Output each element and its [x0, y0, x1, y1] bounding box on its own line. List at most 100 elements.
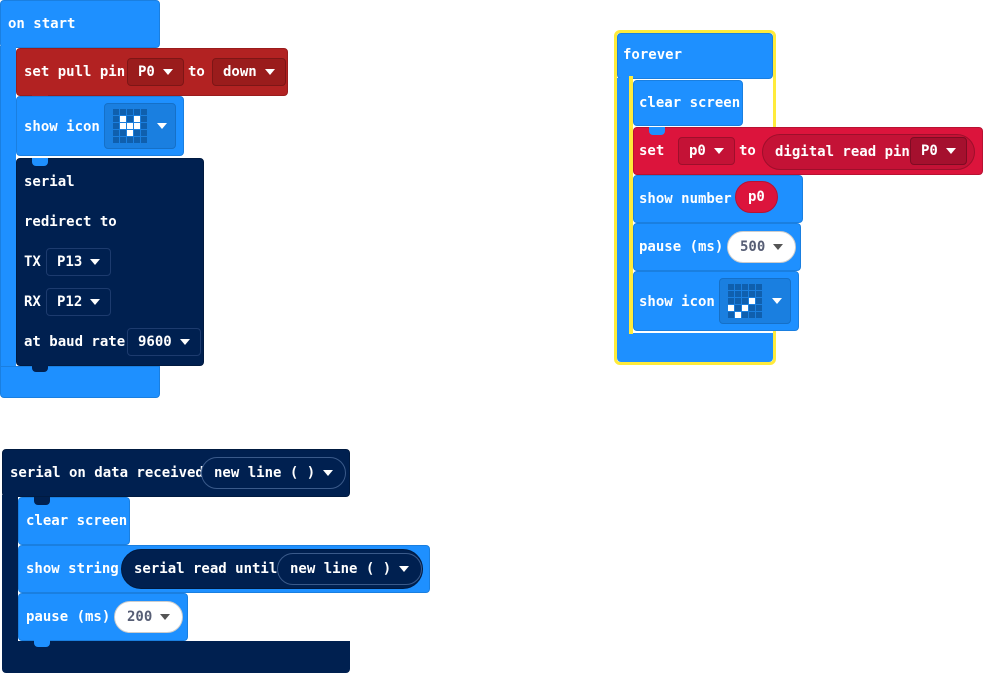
chevron-down-icon — [399, 566, 410, 572]
led-cell — [749, 305, 755, 311]
led-cell — [735, 291, 741, 297]
led-cell — [113, 116, 119, 122]
led-cell — [742, 305, 748, 311]
led-cell — [127, 137, 133, 143]
tx-pin-dropdown[interactable]: P13 — [46, 248, 112, 276]
led-cell — [113, 109, 119, 115]
led-cell — [120, 137, 126, 143]
chevron-down-icon — [179, 339, 190, 345]
pause-duration-value: 500 — [740, 239, 766, 255]
baud-rate-dropdown[interactable]: 9600 — [127, 328, 201, 356]
variable-dropdown[interactable]: p0 — [678, 137, 735, 165]
chevron-down-icon — [162, 69, 173, 75]
tx-pin-value: P13 — [57, 254, 83, 270]
delimiter-dropdown[interactable]: new line ( ) — [201, 457, 347, 489]
handler-pause-dropdown[interactable]: 200 — [114, 601, 184, 633]
read-until-delimiter-value: new line ( ) — [290, 561, 392, 577]
led-cell — [120, 123, 126, 129]
forever-pause-label: pause (ms) — [639, 239, 724, 255]
small-checkmark-icon — [728, 284, 762, 318]
forever-c-bottom — [617, 333, 773, 362]
led-cell — [141, 130, 147, 136]
pull-to-label: to — [188, 64, 205, 80]
chevron-down-icon — [160, 614, 171, 620]
led-cell — [113, 137, 119, 143]
rx-pin-dropdown[interactable]: P12 — [46, 288, 112, 316]
led-cell — [735, 305, 741, 311]
led-cell — [749, 312, 755, 318]
variable-reporter-label: p0 — [748, 189, 765, 205]
led-cell — [756, 284, 762, 290]
read-pin-value: P0 — [921, 143, 938, 159]
on-start-c-arm — [0, 46, 16, 368]
forever-clear-screen-label: clear screen — [639, 95, 741, 111]
led-cell — [127, 130, 133, 136]
read-until-delimiter-dropdown[interactable]: new line ( ) — [277, 553, 423, 585]
pull-mode-dropdown[interactable]: down — [212, 58, 286, 86]
led-cell — [735, 284, 741, 290]
serial-read-until-label: serial read until — [134, 561, 278, 577]
read-pin-dropdown[interactable]: P0 — [910, 137, 967, 165]
led-cell — [127, 123, 133, 129]
led-cell — [120, 130, 126, 136]
led-cell — [141, 137, 147, 143]
baud-rate-value: 9600 — [138, 334, 172, 350]
led-cell — [134, 130, 140, 136]
led-cell — [756, 291, 762, 297]
set-pull-pin-label: set pull pin — [24, 64, 126, 80]
baud-label: at baud rate — [24, 334, 126, 350]
chevron-down-icon — [90, 259, 101, 265]
led-cell — [113, 130, 119, 136]
led-cell — [756, 298, 762, 304]
chevron-down-icon — [264, 69, 275, 75]
led-cell — [134, 137, 140, 143]
led-cell — [120, 109, 126, 115]
serial-handler-c-bottom — [2, 641, 350, 673]
forever-label: forever — [623, 47, 683, 63]
show-icon-label: show icon — [24, 119, 100, 135]
pull-mode-value: down — [223, 64, 257, 80]
led-cell — [756, 305, 762, 311]
set-to-label: to — [739, 143, 756, 159]
rx-label: RX — [24, 294, 41, 310]
led-cell — [728, 291, 734, 297]
led-cell — [134, 116, 140, 122]
chevron-down-icon — [323, 470, 334, 476]
heart-icon — [113, 109, 147, 143]
led-cell — [728, 305, 734, 311]
digital-read-pin-label: digital read pin — [775, 144, 910, 160]
led-cell — [749, 298, 755, 304]
led-cell — [742, 291, 748, 297]
icon-picker-dropdown[interactable] — [719, 278, 791, 324]
handler-pause-value: 200 — [127, 609, 153, 625]
chevron-down-icon — [90, 299, 101, 305]
led-cell — [735, 298, 741, 304]
on-start-c-bottom — [0, 366, 160, 398]
delimiter-value: new line ( ) — [214, 465, 316, 481]
chevron-down-icon — [945, 148, 956, 154]
rx-pin-value: P12 — [57, 294, 83, 310]
handler-pause-label: pause (ms) — [26, 609, 111, 625]
led-cell — [742, 298, 748, 304]
chevron-down-icon — [713, 148, 724, 154]
led-cell — [728, 312, 734, 318]
show-number-label: show number — [639, 191, 732, 207]
variable-reporter-p0[interactable]: p0 — [735, 181, 778, 213]
show-string-label: show string — [26, 561, 119, 577]
led-cell — [134, 123, 140, 129]
on-start-label: on start — [8, 16, 76, 32]
led-cell — [120, 116, 126, 122]
pull-pin-value: P0 — [138, 64, 155, 80]
pause-duration-dropdown[interactable]: 500 — [727, 231, 797, 263]
forever-show-icon-label: show icon — [639, 294, 715, 310]
led-cell — [735, 312, 741, 318]
serial-line1: serial — [24, 174, 75, 190]
led-cell — [127, 109, 133, 115]
chevron-down-icon — [157, 123, 167, 129]
led-cell — [742, 284, 748, 290]
led-cell — [749, 284, 755, 290]
icon-picker-dropdown[interactable] — [104, 103, 176, 149]
pull-pin-dropdown[interactable]: P0 — [127, 58, 184, 86]
tx-label: TX — [24, 254, 41, 270]
led-cell — [742, 312, 748, 318]
